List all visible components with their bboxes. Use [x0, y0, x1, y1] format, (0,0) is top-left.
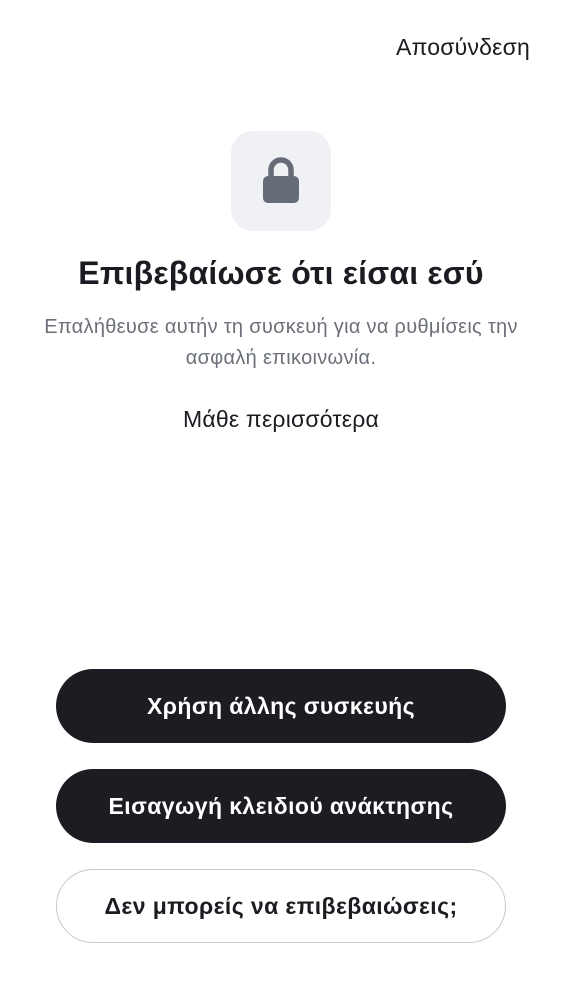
lock-icon	[263, 157, 299, 203]
enter-recovery-key-label: Εισαγωγή κλειδιού ανάκτησης	[108, 792, 454, 819]
enter-recovery-key-button[interactable]: Εισαγωγή κλειδιού ανάκτησης	[56, 769, 506, 843]
cant-confirm-label: Δεν μπορείς να επιβεβαιώσεις;	[104, 892, 458, 919]
page-subtitle: Επαλήθευσε αυτήν τη συσκευή για να ρυθμί…	[44, 316, 518, 369]
use-other-device-button[interactable]: Χρήση άλλης συσκευής	[56, 669, 506, 743]
use-other-device-label: Χρήση άλλης συσκευής	[147, 692, 415, 719]
cant-confirm-button[interactable]: Δεν μπορείς να επιβεβαιώσεις;	[56, 869, 506, 943]
verify-session-screen: Αποσύνδεση Επιβεβαίωσε ότι είσαι εσύ Επα…	[0, 0, 562, 1000]
page-title: Επιβεβαίωσε ότι είσαι εσύ	[78, 255, 484, 291]
learn-more-link[interactable]: Μάθε περισσότερα	[0, 406, 562, 433]
signout-link[interactable]: Αποσύνδεση	[396, 34, 530, 61]
lock-icon-tile	[231, 131, 331, 231]
